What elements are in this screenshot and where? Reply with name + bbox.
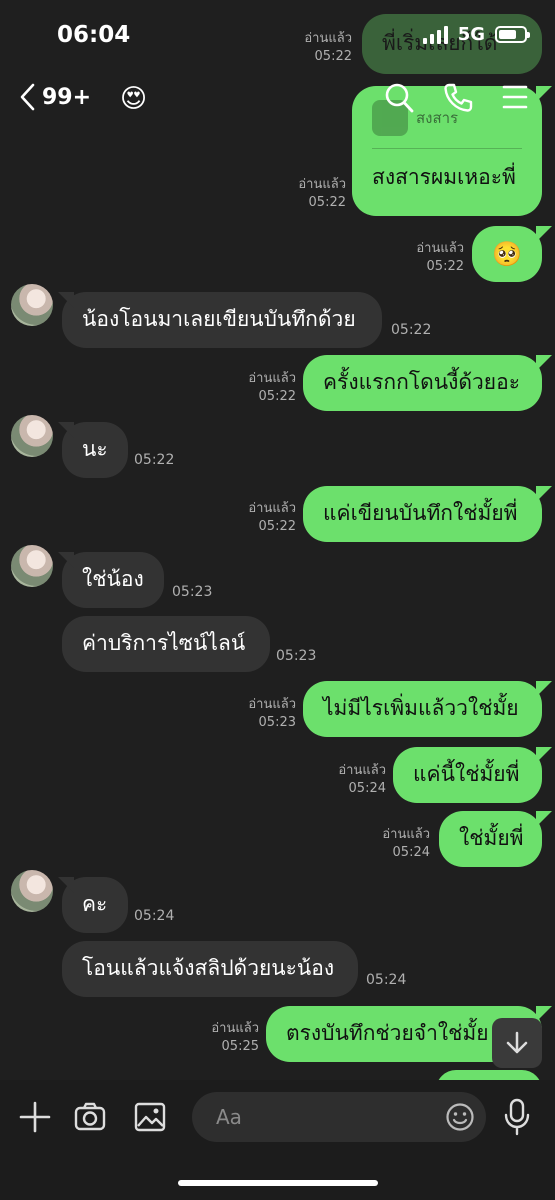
message-meta: อ่านแล้ว 05:23 [240,696,296,731]
message-bubble-outgoing[interactable]: แค่เขียนบันทึกใช่มั้ยพี่ [303,486,542,542]
microphone-icon[interactable] [503,1098,531,1136]
message-bubble-outgoing[interactable]: แค่นี้ใช่มั้ยพี่ [393,747,542,803]
reply-divider [372,148,522,149]
chevron-left-icon [20,83,35,111]
clock: 06:04 [57,22,131,48]
battery-icon [495,26,530,43]
message-meta: อ่านแล้ว 05:22 [408,240,464,275]
menu-icon[interactable] [502,82,528,112]
read-receipt: อ่านแล้ว [338,763,386,778]
message-text: ครั้งแรกกโดนงี้ด้วยอะ [323,370,520,395]
read-receipt: อ่านแล้ว [416,241,464,256]
message-emoji: 🥺 [492,239,522,268]
message-time: 05:22 [134,452,175,468]
contact-name-emoji: 😍 [120,84,148,114]
message-bubble-incoming[interactable]: ค่าบริการไซน์ไลน์ [62,616,270,672]
scroll-to-bottom-button[interactable] [492,1018,542,1068]
read-receipt: อ่านแล้ว [248,501,296,516]
message-bubble-outgoing[interactable]: ไม่มีไรเพิ่มแล้ววใช่มั้ย [303,681,542,737]
search-icon[interactable] [384,82,414,114]
message-text: คะ [82,892,108,917]
bubble-tail [536,747,552,763]
bubble-tail [536,681,552,697]
message-time: 05:24 [348,780,386,796]
arrow-down-icon [506,1031,528,1054]
network-type: 5G [457,24,485,45]
message-time: 05:24 [134,908,175,924]
image-icon[interactable] [133,1100,167,1134]
message-bubble-outgoing[interactable]: ใช่มั้ยพี่ [439,811,542,867]
message-bubble-outgoing[interactable] [436,1070,542,1080]
message-time: 05:22 [391,322,432,338]
read-receipt: อ่านแล้ว [298,177,346,192]
message-bubble-incoming[interactable]: ใช่น้อง [62,552,164,608]
read-receipt: อ่านแล้ว [248,371,296,386]
message-meta: อ่านแล้ว 05:22 [290,176,346,211]
phone-icon[interactable] [443,82,473,114]
message-text: ไม่มีไรเพิ่มแล้ววใช่มั้ย [323,696,519,721]
message-time: 05:22 [258,518,296,534]
emoji-icon[interactable] [445,1102,475,1132]
message-time: 05:23 [276,648,317,664]
message-meta: อ่านแล้ว 05:22 [240,370,296,405]
message-bubble-incoming[interactable]: น้องโอนมาเลยเขียนบันทึกด้วย [62,292,382,348]
message-time: 05:22 [308,194,346,210]
unread-count: 99+ [42,84,92,110]
plus-icon[interactable] [18,1100,52,1134]
contact-avatar[interactable] [11,415,53,457]
input-placeholder: Aa [216,1105,242,1129]
message-meta: อ่านแล้ว 05:24 [330,762,386,797]
home-indicator [178,1180,378,1186]
message-input[interactable]: Aa [192,1092,486,1142]
contact-avatar[interactable] [11,284,53,326]
message-time: 05:22 [258,388,296,404]
message-text: น้องโอนมาเลยเขียนบันทึกด้วย [82,307,356,332]
message-text: ค่าบริการไซน์ไลน์ [82,631,246,656]
message-time: 05:24 [392,844,430,860]
message-text: โอนแล้วแจ้งสลิปด้วยนะน้อง [82,956,335,981]
message-meta: อ่านแล้ว 05:24 [374,826,430,861]
message-text: แค่เขียนบันทึกใช่มั้ยพี่ [323,501,518,526]
signal-icon [422,25,448,44]
message-meta: อ่านแล้ว 05:22 [240,500,296,535]
message-text: ใช่มั้ยพี่ [459,826,524,851]
contact-avatar[interactable] [11,870,53,912]
message-bubble-outgoing[interactable]: 🥺 [472,226,542,282]
chat-area[interactable]: พี่เริ่มเลยก็ได้ อ่านแล้ว 05:22 สงสาร สง… [0,0,555,1080]
read-receipt: อ่านแล้ว [211,1021,259,1036]
message-bubble-outgoing[interactable]: ครั้งแรกกโดนงี้ด้วยอะ [303,355,542,411]
bubble-tail [536,811,552,827]
message-time: 05:23 [172,584,213,600]
message-time: 05:25 [221,1038,259,1054]
chat-header: 99+ 😍 [0,70,555,130]
back-button[interactable]: 99+ [18,82,91,112]
message-text: สงสารผมเหอะพี่ [372,165,516,189]
camera-icon[interactable] [73,1100,107,1134]
message-text: นะ [82,437,108,462]
status-bar: 06:04 5G [0,0,555,70]
read-receipt: อ่านแล้ว [382,827,430,842]
message-text: ตรงบันทึกช่วยจำใช่มั้ย [286,1021,489,1046]
read-receipt: อ่านแล้ว [248,697,296,712]
message-time: 05:22 [426,258,464,274]
message-text: ใช่น้อง [82,567,144,592]
message-time: 05:23 [258,714,296,730]
message-meta: อ่านแล้ว 05:25 [203,1020,259,1055]
message-bubble-incoming[interactable]: โอนแล้วแจ้งสลิปด้วยนะน้อง [62,941,358,997]
contact-avatar[interactable] [11,545,53,587]
message-text: แค่นี้ใช่มั้ยพี่ [413,762,520,787]
message-time: 05:24 [366,972,407,988]
